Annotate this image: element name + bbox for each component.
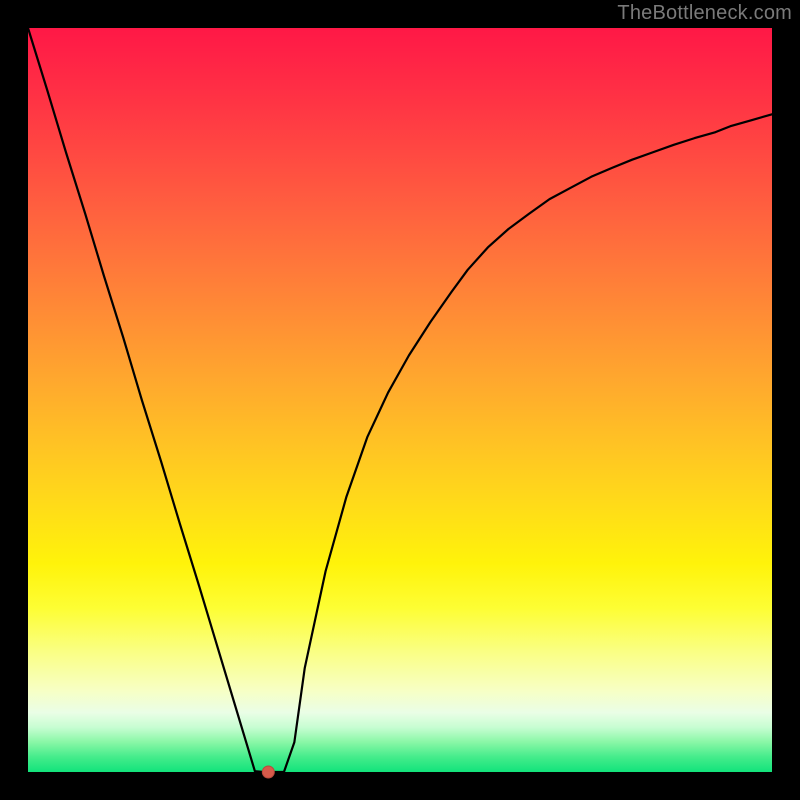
watermark-text: TheBottleneck.com — [617, 2, 792, 25]
minimum-marker — [262, 766, 274, 778]
curve-svg — [28, 28, 772, 772]
chart-frame: TheBottleneck.com — [0, 0, 800, 800]
bottleneck-curve — [28, 28, 772, 772]
plot-gradient-area — [28, 28, 772, 772]
